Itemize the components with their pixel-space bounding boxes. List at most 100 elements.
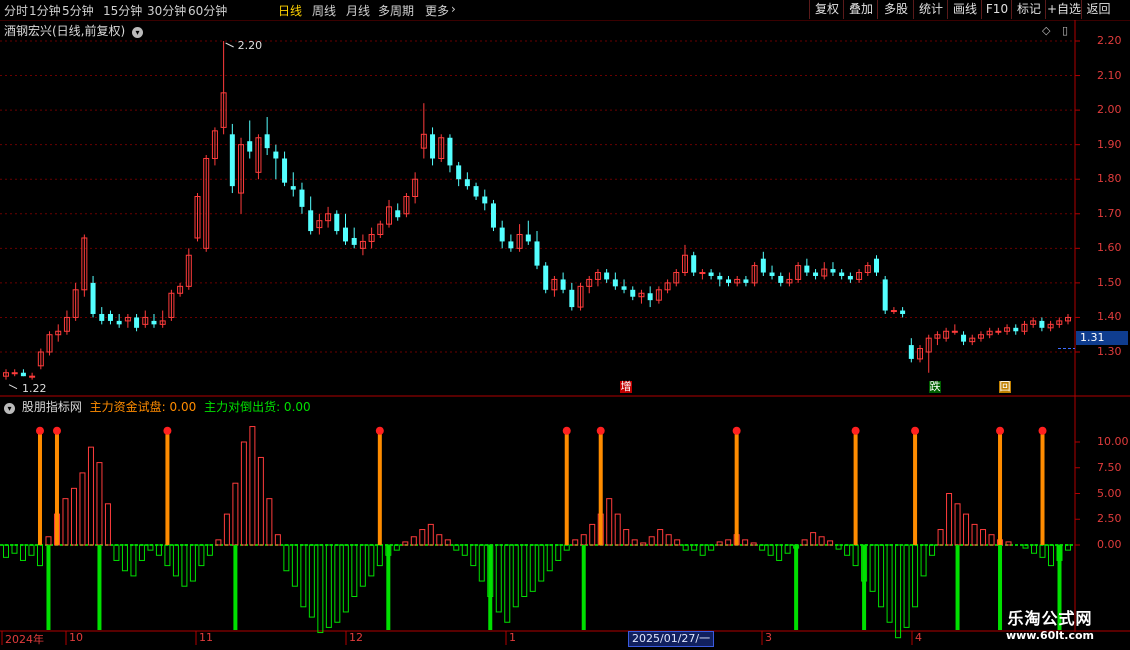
candle-body — [308, 210, 314, 232]
candle-body — [708, 272, 714, 276]
indicator-bar — [359, 544, 366, 587]
indicator-bar — [716, 541, 723, 546]
indicator-bar — [648, 536, 655, 546]
indicator-bar — [410, 536, 417, 546]
test-signal-cap — [52, 426, 61, 435]
candle-body — [264, 134, 270, 149]
indicator-bar — [300, 544, 307, 608]
price-tick-label: 1.50 — [1097, 275, 1122, 289]
indicator-bar — [3, 544, 9, 558]
indicator-bar — [852, 544, 859, 567]
price-tick-label: 2.10 — [1097, 68, 1122, 82]
indicator-bar — [283, 544, 290, 572]
indicator-bar — [19, 544, 26, 561]
indicator-bar — [368, 544, 375, 577]
indicator-tick-label: 10.00 — [1097, 435, 1129, 448]
test-signal-cap — [1038, 426, 1047, 435]
candle-body — [569, 289, 575, 308]
indicator-bar — [844, 544, 851, 556]
indicator-bar — [929, 544, 936, 556]
indicator-bar — [937, 529, 944, 546]
indicator-bar — [886, 544, 893, 623]
candle-body — [900, 310, 906, 314]
indicator-bar — [776, 544, 783, 561]
indicator-bar — [308, 544, 315, 618]
candle-body — [107, 313, 113, 321]
test-signal-bar — [377, 428, 382, 545]
indicator-bar — [920, 544, 927, 577]
candle-body — [351, 237, 357, 245]
indicator-bar — [28, 544, 35, 556]
dump-signal-bar — [862, 545, 867, 630]
candle-body — [995, 330, 1002, 333]
candle-body — [951, 330, 958, 333]
price-tick-label: 1.30 — [1097, 345, 1122, 358]
indicator-bar — [521, 544, 528, 597]
indicator-bar — [172, 544, 179, 577]
signal-label-2: 回 — [999, 380, 1011, 393]
indicator-tick-label: 0.00 — [1097, 538, 1122, 551]
price-tick-label: 2.20 — [1097, 34, 1122, 47]
signal-label-0: 增 — [620, 380, 632, 393]
candle-body — [890, 310, 897, 313]
indicator-bar — [869, 544, 876, 592]
indicator-bar — [87, 446, 94, 546]
date-tick-label: 1 — [509, 631, 516, 644]
candle-body — [247, 141, 253, 152]
indicator-bar — [963, 513, 970, 546]
price-tick-label: 1.70 — [1097, 206, 1122, 220]
indicator-bar — [113, 544, 120, 561]
indicator-bar — [257, 456, 264, 546]
candle-body — [699, 272, 706, 275]
indicator-bar — [895, 544, 902, 639]
candle-body — [691, 255, 697, 273]
indicator-bar — [810, 532, 817, 546]
candle-body — [456, 165, 462, 180]
indicator-bar — [980, 529, 987, 546]
test-signal-bar — [913, 428, 918, 545]
indicator-tick-label: 7.50 — [1097, 460, 1122, 474]
dump-signal-bar — [233, 545, 238, 630]
indicator-bar — [495, 544, 502, 613]
dump-signal-bar — [97, 545, 102, 630]
candle-body — [612, 279, 618, 287]
test-signal-cap — [163, 426, 172, 435]
candle-body — [99, 313, 105, 321]
indicator-bar — [36, 544, 43, 567]
indicator-bar — [79, 472, 86, 546]
price-tick-label: 1.60 — [1097, 241, 1122, 255]
date-tick-label: 3 — [765, 631, 772, 644]
indicator-bar — [402, 541, 409, 546]
indicator-bar — [461, 544, 468, 556]
candle-body — [813, 272, 819, 276]
indicator-bar — [470, 544, 477, 567]
indicator-bar — [334, 544, 341, 623]
low-label: 1.22 — [22, 381, 47, 395]
indicator-bar — [767, 544, 774, 556]
test-signal-bar — [1040, 428, 1045, 545]
candle-body — [882, 279, 888, 311]
candle-body — [116, 320, 122, 325]
candle-body — [769, 272, 775, 276]
indicator-bar — [317, 544, 324, 634]
indicator-bar — [138, 544, 145, 561]
test-signal-cap — [35, 426, 44, 435]
test-signal-bar — [598, 428, 603, 545]
date-tick-label: 2024年 — [5, 633, 44, 646]
candle-body — [873, 258, 879, 273]
indicator-bar — [512, 544, 519, 608]
indicator-bar — [96, 462, 103, 546]
candle-body — [961, 334, 967, 342]
candle-body — [726, 279, 732, 283]
indicator-bar — [555, 544, 562, 561]
candle-body — [534, 241, 540, 266]
chart-canvas — [0, 20, 1130, 645]
candle-body — [830, 269, 836, 273]
indicator-bar — [436, 534, 443, 546]
current-price-tag: 1.31 — [1076, 331, 1128, 345]
indicator-bar — [1005, 541, 1012, 546]
indicator-bar — [104, 503, 111, 546]
date-tick-label: 12 — [349, 631, 363, 644]
indicator-bar — [121, 544, 128, 572]
candle-body — [717, 275, 723, 280]
